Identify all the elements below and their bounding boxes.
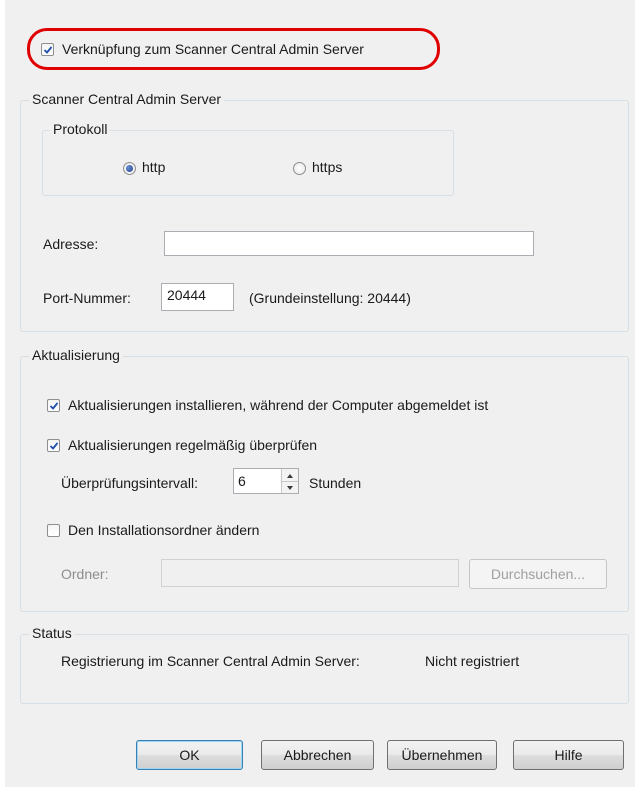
link-server-label: Verknüpfung zum Scanner Central Admin Se…	[62, 41, 364, 57]
browse-button[interactable]: Durchsuchen...	[469, 559, 607, 589]
status-group-title: Status	[29, 625, 75, 641]
radio-http-label: http	[142, 159, 166, 175]
interval-unit: Stunden	[309, 475, 362, 491]
status-groupbox	[20, 634, 629, 704]
interval-value: 6	[238, 473, 246, 489]
radio-https[interactable]	[293, 162, 306, 175]
check-regularly-checkbox[interactable]	[47, 439, 60, 452]
cancel-button[interactable]: Abbrechen	[261, 740, 374, 770]
install-logged-off-label: Aktualisierungen installieren, während d…	[68, 397, 489, 413]
protocol-group-title: Protokoll	[50, 121, 111, 137]
ok-button[interactable]: OK	[136, 740, 243, 770]
server-group-title: Scanner Central Admin Server	[29, 91, 225, 107]
address-input[interactable]	[164, 231, 534, 256]
folder-label: Ordner:	[61, 566, 109, 582]
interval-stepper[interactable]: 6	[233, 468, 299, 494]
registration-status-label: Registrierung im Scanner Central Admin S…	[61, 653, 360, 669]
change-folder-label: Den Installationsordner ändern	[68, 522, 260, 538]
apply-button[interactable]: Übernehmen	[387, 740, 497, 770]
port-default-hint: (Grundeinstellung: 20444)	[249, 290, 411, 306]
check-mark-icon	[49, 402, 59, 410]
interval-spin-buttons	[281, 469, 298, 493]
settings-dialog: Verknüpfung zum Scanner Central Admin Se…	[5, 0, 635, 787]
address-label: Adresse:	[43, 236, 99, 252]
folder-input[interactable]	[161, 559, 459, 587]
check-mark-icon	[43, 46, 53, 54]
port-label: Port-Nummer:	[43, 290, 131, 306]
install-logged-off-checkbox[interactable]	[47, 399, 60, 412]
help-button[interactable]: Hilfe	[513, 740, 624, 770]
spin-down-icon[interactable]	[282, 481, 298, 493]
change-folder-checkbox[interactable]	[47, 524, 60, 537]
link-server-checkbox[interactable]	[41, 43, 54, 56]
check-mark-icon	[49, 442, 59, 450]
update-group-title: Aktualisierung	[29, 347, 123, 363]
port-input[interactable]: 20444	[161, 283, 234, 311]
check-regularly-label: Aktualisierungen regelmäßig überprüfen	[68, 437, 318, 453]
radio-http[interactable]	[123, 162, 136, 175]
interval-label: Überprüfungsintervall:	[61, 475, 198, 491]
radio-https-label: https	[312, 159, 343, 175]
radio-selected-dot	[126, 165, 133, 172]
protocol-groupbox	[42, 130, 454, 196]
registration-status-value: Nicht registriert	[425, 653, 520, 669]
